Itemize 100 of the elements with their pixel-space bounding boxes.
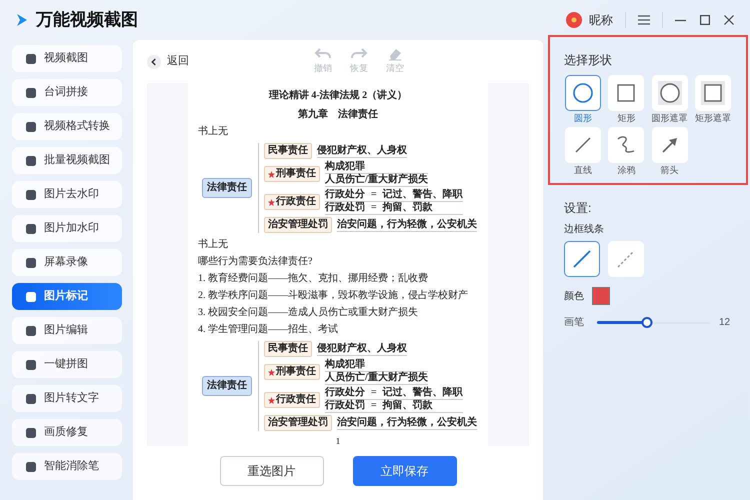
mindmap-detail: 侵犯财产权、人身权 (317, 144, 407, 156)
square-icon (26, 54, 36, 64)
avatar-icon[interactable] (565, 11, 583, 29)
shape-option[interactable] (565, 75, 602, 111)
color-swatch[interactable] (592, 287, 610, 305)
mindmap-detail: 行政处分 (325, 387, 365, 399)
mindmap-detail: 治安问题，行为轻微，公安机关 (337, 218, 477, 230)
page-number: 1 (334, 436, 342, 446)
mindmap-detail: 治安问题，行为轻微，公安机关 (337, 416, 477, 428)
mindmap-detail: = (371, 387, 377, 399)
mindmap-detail: 构成犯罪 (325, 161, 365, 173)
mindmap-detail: = (371, 400, 377, 412)
mindmap-label: 民事责任 (268, 343, 308, 355)
circle-mask-icon (658, 81, 682, 105)
square-icon (26, 190, 36, 200)
mindmap-label: 行政责任 (276, 196, 316, 208)
square-icon (26, 428, 36, 438)
square-mask-icon (700, 81, 725, 105)
star-icon (268, 368, 275, 376)
user-name[interactable]: 昵称 (589, 11, 613, 29)
sidebar-item[interactable]: 画质修复 (12, 419, 122, 446)
slider-value: 12 (719, 316, 730, 330)
eraser-icon (386, 46, 404, 62)
mindmap-detail: 拘留、罚款 (382, 202, 433, 214)
back-button[interactable]: 返回 (147, 53, 189, 70)
document-text: 3. 校园安全问题——造成人员伤亡或重大财产损失 (198, 306, 419, 319)
document-title: 理论精讲 4-法律法规 2（讲义） (268, 89, 408, 102)
shape-label: 箭头 (660, 164, 679, 177)
slider-thumb[interactable] (642, 317, 653, 328)
document-text: 哪些行为需要负法律责任? (198, 255, 314, 268)
mindmap-detail: 人员伤亡/重大财产损失 (325, 174, 428, 186)
square-icon (26, 122, 36, 132)
star-icon (268, 170, 275, 178)
sidebar-item[interactable]: 图片标记 (12, 283, 122, 310)
shape-option[interactable] (652, 127, 688, 163)
sidebar-item[interactable]: 图片加水印 (12, 215, 122, 242)
shape-option[interactable] (608, 127, 644, 163)
square-icon (26, 394, 36, 404)
chevron-left-icon (147, 54, 161, 68)
action-button[interactable]: 重选图片 (220, 456, 324, 486)
sidebar-item[interactable]: 视频截图 (12, 45, 122, 72)
shape-label: 矩形 (617, 112, 636, 125)
app-title: 万能视频截图 (36, 9, 138, 32)
shape-label: 矩形遮罩 (694, 112, 731, 125)
mindmap-detail: = (371, 189, 377, 201)
sidebar-item[interactable]: 台词拼接 (12, 79, 122, 106)
square-icon (26, 258, 36, 268)
mindmap-detail: 行政处罚 (325, 202, 365, 214)
sidebar-item[interactable]: 图片去水印 (12, 181, 122, 208)
shape-label: 圆形 (574, 112, 592, 125)
sidebar-item[interactable]: 屏幕录像 (12, 249, 122, 276)
section-title: 设置: (564, 200, 592, 217)
mindmap-detail: 记过、警告、降职 (382, 189, 463, 201)
square-icon (26, 224, 36, 234)
mindmap-label: 行政责任 (276, 394, 316, 406)
square-icon (26, 462, 36, 472)
close-icon[interactable] (724, 15, 734, 25)
square-icon (26, 326, 36, 336)
action-button[interactable]: 立即保存 (352, 456, 456, 486)
maximize-icon[interactable] (700, 15, 710, 25)
shape-option[interactable] (652, 75, 688, 111)
square-icon (26, 292, 36, 302)
sidebar-item[interactable]: 一键拼图 (12, 351, 122, 378)
mindmap-detail: 行政处罚 (325, 400, 365, 412)
mindmap-label: 治安管理处罚 (268, 417, 328, 429)
sidebar-item[interactable]: 智能消除笔 (12, 453, 122, 480)
field-label: 颜色 (564, 290, 584, 304)
mindmap-node: 法律责任 (202, 376, 252, 396)
mindmap-detail: = (371, 202, 377, 214)
section-title: 选择形状 (564, 52, 613, 69)
shape-label: 圆形遮罩 (652, 112, 688, 125)
field-label: 边框线条 (564, 222, 605, 237)
star-icon (268, 198, 275, 206)
mindmap-detail: 记过、警告、降职 (382, 387, 463, 399)
document-text: 4. 学生管理问题——招生、考试 (198, 323, 339, 336)
mindmap-label: 刑事责任 (276, 366, 316, 378)
document-text: 1. 教育经费问题——拖欠、克扣、挪用经费；乱收费 (198, 272, 429, 285)
document-text: 书上无 (198, 238, 229, 251)
shape-option[interactable] (608, 75, 644, 111)
circle-icon (571, 81, 596, 105)
sidebar-item[interactable]: 视频格式转换 (12, 113, 122, 140)
chapter-heading: 第九章 法律责任 (297, 108, 379, 121)
sidebar-item[interactable]: 图片编辑 (12, 317, 122, 344)
square-icon (26, 88, 36, 98)
mindmap-label: 民事责任 (268, 145, 308, 157)
sidebar-item[interactable]: 图片转文字 (12, 385, 122, 412)
square-icon (26, 156, 36, 166)
mindmap-detail: 构成犯罪 (325, 359, 365, 371)
logo-icon (16, 13, 28, 27)
line-style-option[interactable] (564, 241, 600, 277)
star-icon (268, 396, 275, 404)
shape-option[interactable] (694, 75, 731, 111)
menu-icon[interactable] (638, 15, 650, 25)
mindmap-node: 法律责任 (202, 178, 252, 198)
mindmap-detail: 拘留、罚款 (382, 400, 433, 412)
document-text: 2. 教学秩序问题——斗殴滋事，毁坏教学设施，侵占学校财产 (198, 289, 469, 302)
mindmap-label: 治安管理处罚 (268, 219, 328, 231)
mindmap-label: 刑事责任 (276, 168, 316, 180)
field-label: 画笔 (564, 316, 585, 330)
sidebar-item[interactable]: 批量视频截图 (12, 147, 122, 174)
